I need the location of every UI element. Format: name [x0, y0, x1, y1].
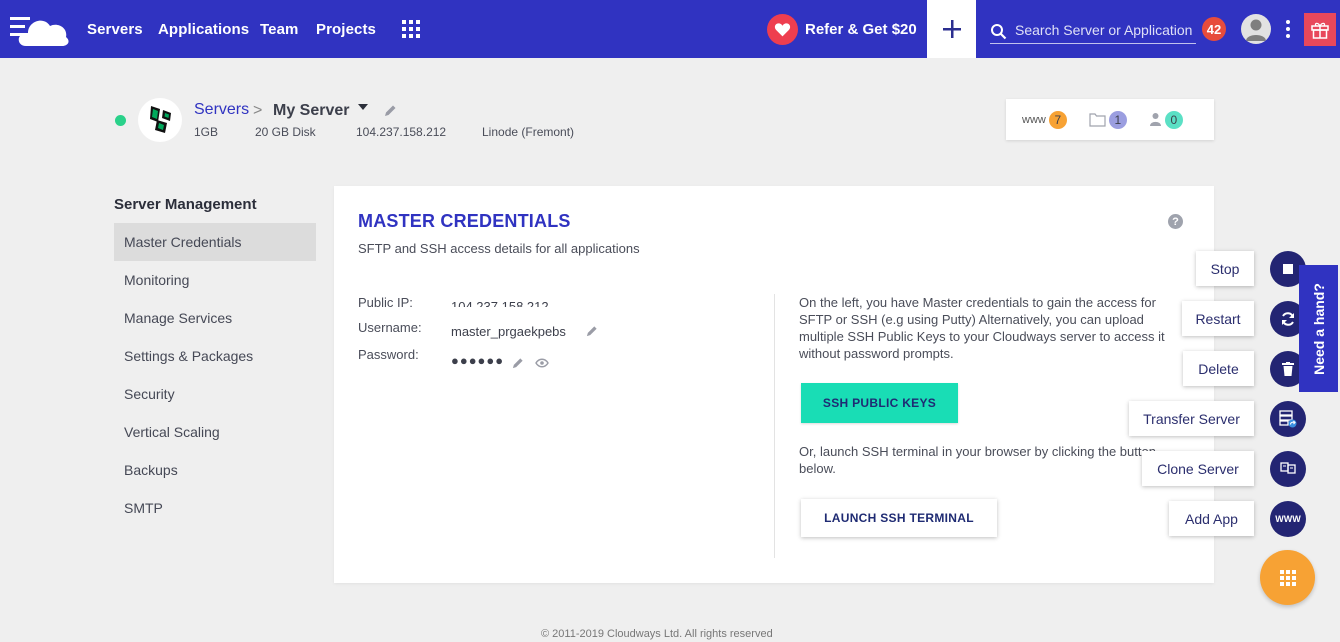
stop-server-label[interactable]: Stop [1196, 251, 1254, 286]
help-icon[interactable]: ? [1168, 214, 1183, 229]
apps-count-badge: 7 [1048, 110, 1067, 129]
password-label: Password: [358, 347, 419, 362]
nav-servers[interactable]: Servers [87, 21, 143, 38]
cloudways-logo-icon[interactable] [8, 12, 70, 48]
public-ip-value: 104.237.158.212 [451, 299, 549, 307]
users-count-badge: 0 [1164, 110, 1183, 129]
sidebar-item-settings-packages[interactable]: Settings & Packages [114, 337, 316, 375]
gift-icon[interactable] [1304, 13, 1336, 46]
user-avatar-icon[interactable] [1241, 14, 1271, 44]
clone-icon [1280, 462, 1296, 474]
stop-icon [1283, 264, 1293, 274]
more-vert-icon[interactable] [1285, 20, 1291, 38]
server-disk: 20 GB Disk [255, 125, 316, 139]
apps-grid-icon[interactable] [402, 20, 420, 38]
restart-server-label[interactable]: Restart [1182, 301, 1254, 336]
page-title: MASTER CREDENTIALS [358, 211, 571, 231]
users-stat[interactable]: 0 [1149, 110, 1183, 129]
transfer-server-button[interactable] [1270, 401, 1306, 437]
page-subtitle: SFTP and SSH access details for all appl… [358, 241, 640, 256]
server-provider-logo [138, 98, 182, 142]
nav-projects[interactable]: Projects [316, 21, 376, 38]
transfer-icon [1279, 410, 1297, 428]
need-a-hand-tab[interactable]: Need a hand? [1299, 265, 1338, 392]
www-icon: WWW [1275, 514, 1301, 524]
server-name: My Server [273, 102, 350, 119]
notifications-badge[interactable]: 42 [1202, 17, 1226, 41]
sidebar-item-smtp[interactable]: SMTP [114, 489, 316, 527]
refer-label: Refer & Get $20 [805, 20, 917, 38]
launch-ssh-terminal-button[interactable]: LAUNCH SSH TERMINAL [801, 499, 997, 537]
server-switch-dropdown-icon[interactable] [358, 104, 368, 110]
edit-username-icon[interactable] [586, 325, 598, 337]
delete-server-label[interactable]: Delete [1183, 351, 1254, 386]
sidebar-item-manage-services[interactable]: Manage Services [114, 299, 316, 337]
clone-server-label[interactable]: Clone Server [1142, 451, 1254, 486]
search-input[interactable] [1015, 21, 1195, 38]
sidebar-title: Server Management [114, 196, 257, 213]
sidebar-item-master-credentials[interactable]: Master Credentials [114, 223, 316, 261]
clone-server-button[interactable] [1270, 451, 1306, 487]
plus-icon [942, 20, 961, 38]
edit-server-name-icon[interactable] [384, 104, 397, 117]
server-ip: 104.237.158.212 [356, 125, 447, 139]
public-ip-label: Public IP: [358, 295, 413, 310]
files-stat[interactable]: 1 [1089, 110, 1127, 129]
files-count-badge: 1 [1108, 110, 1127, 129]
server-status-indicator [115, 115, 126, 126]
sidebar-item-security[interactable]: Security [114, 375, 316, 413]
column-divider [774, 294, 775, 558]
credentials-description: On the left, you have Master credentials… [799, 295, 1165, 361]
www-icon: www [1022, 113, 1046, 126]
folder-icon [1089, 113, 1106, 127]
server-ram: 1GB [194, 125, 219, 139]
breadcrumb-separator: > [253, 102, 263, 119]
server-stats-card: www 7 1 0 [1006, 99, 1214, 140]
nav-applications[interactable]: Applications [158, 21, 249, 38]
sidebar-item-monitoring[interactable]: Monitoring [114, 261, 316, 299]
heart-icon [767, 13, 798, 45]
user-icon [1149, 113, 1161, 126]
add-app-label[interactable]: Add App [1169, 501, 1254, 536]
username-label: Username: [358, 320, 422, 335]
need-a-hand-label: Need a hand? [1310, 282, 1327, 375]
edit-password-icon[interactable] [512, 357, 524, 369]
master-credentials-card: MASTER CREDENTIALS SFTP and SSH access d… [334, 186, 1214, 583]
footer-copyright: © 2011-2019 Cloudways Ltd. All rights re… [541, 628, 773, 640]
search-icon [991, 24, 1007, 40]
refer-button[interactable]: Refer & Get $20 [767, 13, 917, 45]
grid-menu-icon [1279, 569, 1296, 586]
show-password-eye-icon[interactable] [535, 358, 549, 368]
server-actions-menu-button[interactable] [1260, 550, 1315, 605]
nav-team[interactable]: Team [260, 21, 298, 38]
breadcrumb-servers-link[interactable]: Servers [194, 101, 249, 119]
password-value: ●●●●●● [451, 353, 505, 368]
sidebar-item-backups[interactable]: Backups [114, 451, 316, 489]
apps-stat[interactable]: www 7 [1022, 110, 1067, 129]
sidebar-item-vertical-scaling[interactable]: Vertical Scaling [114, 413, 316, 451]
restart-icon [1282, 312, 1294, 326]
add-app-button[interactable]: WWW [1270, 501, 1306, 537]
username-value: master_prgaekpebs [451, 324, 566, 339]
server-provider: Linode (Fremont) [482, 125, 575, 139]
ssh-public-keys-button[interactable]: SSH PUBLIC KEYS [801, 383, 958, 423]
add-button[interactable] [927, 0, 976, 58]
search-bar [990, 16, 1196, 44]
trash-icon [1282, 362, 1294, 376]
transfer-server-label[interactable]: Transfer Server [1129, 401, 1254, 436]
terminal-description: Or, launch SSH terminal in your browser … [799, 444, 1156, 476]
top-navbar: Servers Applications Team Projects Refer… [0, 0, 1340, 58]
